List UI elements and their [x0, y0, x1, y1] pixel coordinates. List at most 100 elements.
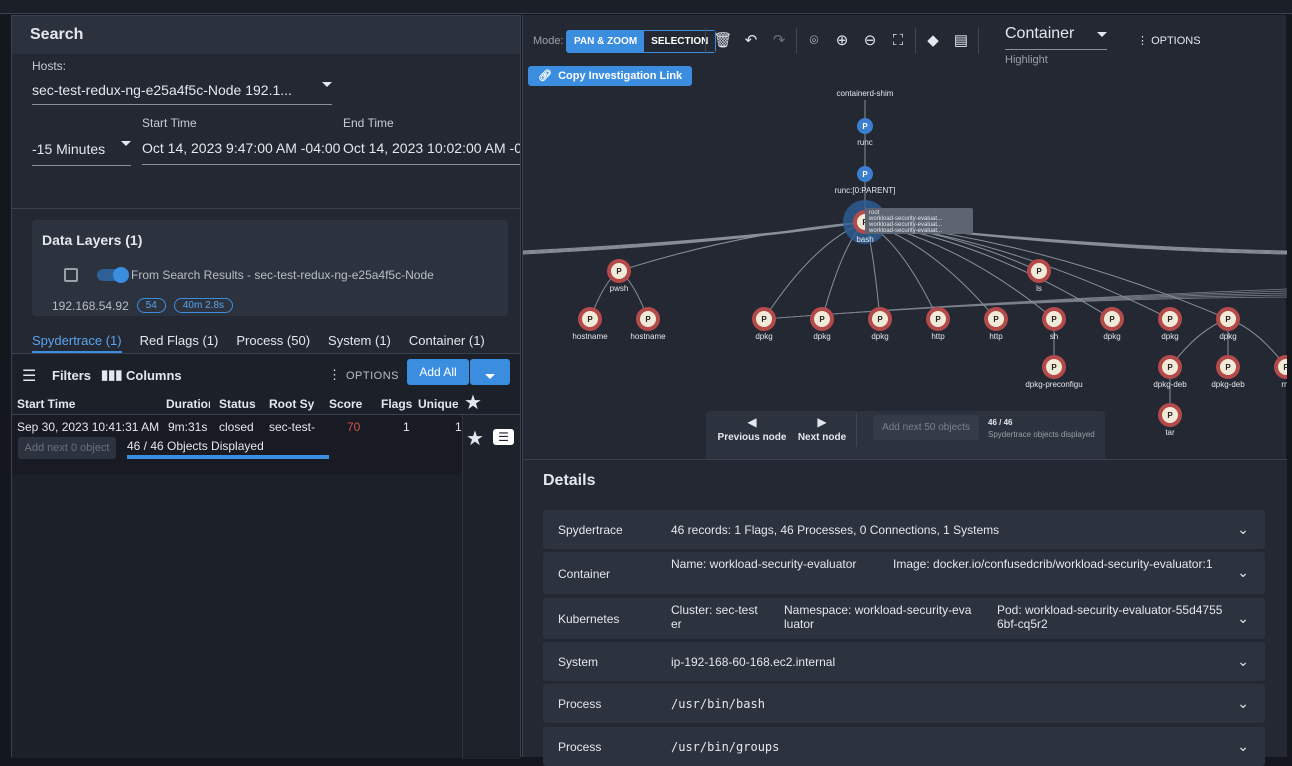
node-label: dpkg [755, 332, 772, 341]
delete-icon[interactable]: 🗑 [712, 30, 734, 52]
zoom-out-icon[interactable]: ⊖ [859, 30, 881, 52]
cell-start-time: Sep 30, 2023 10:41:31 AM [17, 420, 160, 434]
center-focus-icon[interactable]: ⌾ [803, 30, 825, 52]
node-label: dpkg [1103, 332, 1120, 341]
graph-options-button[interactable]: ⋮ OPTIONS [1137, 34, 1201, 47]
end-time-label: End Time [343, 116, 394, 130]
columns-button[interactable]: Columns [126, 368, 182, 383]
more-vert-icon[interactable]: ⋮ [328, 367, 341, 383]
chevron-down-icon [485, 374, 495, 380]
previous-node-button[interactable]: ◀ Previous node [716, 415, 788, 443]
results-table: ☰ Filters ▮▮▮ Columns ⋮ OPTIONS Add All … [12, 353, 520, 759]
start-time-label: Start Time [142, 116, 197, 130]
add-next-button[interactable]: Add next 0 object [18, 437, 116, 459]
copy-investigation-link-button[interactable]: 🔗︎ Copy Investigation Link [528, 66, 693, 86]
graph-edge [523, 221, 866, 252]
highlight-select[interactable]: Container [1005, 25, 1107, 50]
tab-process[interactable]: Process (50) [236, 333, 310, 353]
filters-button[interactable]: Filters [52, 368, 91, 383]
layer-checkbox[interactable] [64, 268, 78, 282]
highlight-value: Container [1005, 25, 1075, 42]
node-label: rm [1281, 380, 1287, 389]
details-panel: Details Spydertrace 46 records: 1 Flags, … [523, 459, 1287, 766]
zoom-in-icon[interactable]: ⊕ [831, 30, 853, 52]
col-flags[interactable]: Flags [381, 397, 413, 411]
details-row-process[interactable]: Process/usr/bin/bash ⌄ [543, 684, 1265, 723]
details-row-spydertrace[interactable]: Spydertrace 46 records: 1 Flags, 46 Proce… [543, 510, 1265, 549]
next-node-button[interactable]: ▶ Next node [793, 415, 851, 443]
chevron-down-icon: ⌄ [1237, 653, 1249, 669]
star-row-icon[interactable]: ★ [466, 426, 484, 451]
tab-container[interactable]: Container (1) [409, 333, 485, 353]
process-icon: P [935, 315, 941, 324]
chevron-down-icon: ⌄ [1237, 521, 1249, 537]
details-row-system[interactable]: System ip-192-168-60-168.ec2.internal ⌄ [543, 642, 1265, 681]
end-time-input[interactable]: Oct 14, 2023 10:02:00 AM -04:00 [343, 140, 520, 165]
process-icon: P [993, 315, 999, 324]
node-label: runc:[0:PARENT] [835, 186, 896, 195]
add-next-50-button[interactable]: Add next 50 objects [873, 415, 979, 440]
start-time-input[interactable]: Oct 14, 2023 9:47:00 AM -04:00 [142, 140, 344, 165]
add-layer-icon[interactable]: ◆ [922, 30, 944, 52]
pan-zoom-button[interactable]: PAN & ZOOM [567, 31, 644, 52]
table-row[interactable]: Sep 30, 2023 10:41:31 AM 9m:31s closed s… [12, 415, 462, 475]
layer-toggle[interactable] [97, 267, 129, 283]
process-icon: P [1167, 315, 1173, 324]
undo-icon[interactable]: ↶ [740, 30, 762, 52]
process-icon: P [645, 315, 651, 324]
process-icon: P [1036, 267, 1042, 276]
col-score[interactable]: Score [329, 397, 369, 411]
progress-bar [127, 455, 329, 459]
graph-nav-bar: ◀ Previous node ▶ Next node Add next 50 ob… [706, 411, 1105, 459]
process-icon: P [1283, 363, 1287, 372]
add-all-button[interactable]: Add All [407, 359, 469, 385]
fit-screen-icon[interactable]: ⛶ [887, 30, 909, 52]
cell-root-system: sec-test- [269, 420, 316, 434]
layer-ip: 192.168.54.92 [52, 298, 129, 313]
export-file-icon[interactable]: ▤ [950, 30, 972, 52]
tab-spydertrace[interactable]: Spydertrace (1) [32, 333, 122, 353]
redo-icon[interactable]: ↷ [768, 30, 790, 52]
cell-flags: 1 [403, 420, 410, 434]
time-range-select[interactable]: -15 Minutes [32, 141, 131, 166]
node-label: bash [856, 235, 873, 244]
chevron-down-icon: ⌄ [1237, 738, 1249, 754]
cell-status: closed [219, 420, 254, 434]
col-start-time[interactable]: Start Time [17, 397, 167, 411]
node-label: hostname [572, 332, 608, 341]
process-icon: P [587, 315, 593, 324]
star-icon[interactable]: ★ [464, 390, 482, 415]
options-button[interactable]: OPTIONS [346, 370, 399, 382]
add-all-dropdown[interactable] [470, 359, 510, 385]
col-unique[interactable]: Unique [418, 397, 458, 411]
cell-unique: 1 [455, 420, 462, 434]
details-row-kubernetes[interactable]: Kubernetes Cluster: sec-tester Namespace: … [543, 598, 1265, 639]
time-range-value: -15 Minutes [32, 141, 106, 157]
graph-edge [763, 296, 1287, 320]
hosts-select[interactable]: sec-test-redux-ng-e25a4f5c-Node 192.1... [32, 82, 332, 105]
col-root-system[interactable]: Root System [269, 397, 315, 411]
node-label: runc [857, 138, 873, 147]
process-icon: P [1109, 315, 1115, 324]
more-vert-icon: ⋮ [1137, 35, 1152, 47]
columns-icon[interactable]: ▮▮▮ [101, 367, 122, 383]
data-layers-title: Data Layers (1) [42, 232, 143, 248]
details-row-process[interactable]: Process/usr/bin/groups ⌄ [543, 727, 1265, 766]
divider [12, 208, 520, 209]
comment-icon[interactable]: ☰ [493, 429, 514, 445]
node-label: dpkg [871, 332, 888, 341]
node-label: dpkg [1219, 332, 1236, 341]
col-duration[interactable]: Duration [166, 397, 210, 411]
process-icon: P [1225, 315, 1231, 324]
process-icon: P [819, 315, 825, 324]
details-row-container[interactable]: Container Name: workload-security-evaluat… [543, 552, 1265, 594]
node-label: dpkg [813, 332, 830, 341]
filter-icon[interactable]: ☰ [22, 366, 36, 386]
objects-displayed: 46 / 46 Objects Displayed [127, 439, 264, 453]
cell-score: 70 [347, 420, 361, 434]
tab-system[interactable]: System (1) [328, 333, 391, 353]
tab-red-flags[interactable]: Red Flags (1) [140, 333, 219, 353]
graph-edge [618, 221, 866, 272]
col-status[interactable]: Status [219, 397, 267, 411]
process-icon: P [761, 315, 767, 324]
